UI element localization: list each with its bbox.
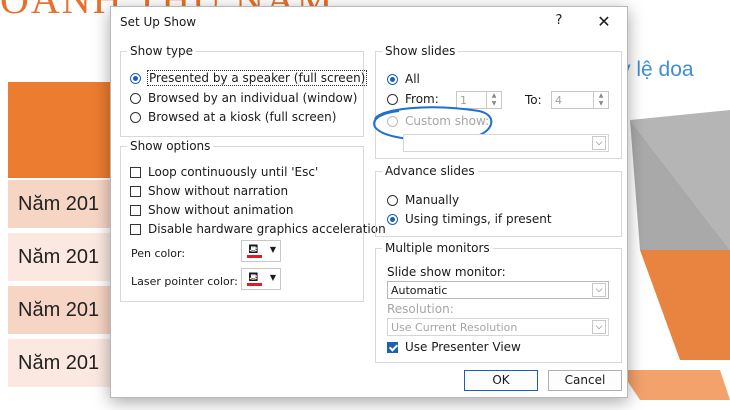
advance-slides-label: Advance slides: [382, 164, 478, 178]
ok-button[interactable]: OK: [464, 370, 538, 391]
checkbox-disable-hw-acceleration[interactable]: Disable hardware graphics acceleration: [130, 222, 386, 236]
radio-browsed-at-kiosk[interactable]: Browsed at a kiosk (full screen): [130, 110, 336, 124]
chevron-down-icon: ⌵: [592, 136, 606, 150]
radio-label: All: [405, 72, 420, 86]
radio-all-slides[interactable]: All: [387, 72, 420, 86]
resolution-dropdown[interactable]: Use Current Resolution ⌵: [387, 318, 609, 336]
checkbox-without-animation[interactable]: Show without animation: [130, 203, 293, 217]
checkbox-label: Loop continuously until 'Esc': [148, 165, 319, 179]
show-slides-label: Show slides: [382, 44, 459, 58]
table-row: Năm 201: [8, 233, 118, 281]
laser-pointer-color-button[interactable]: ⛾ ▼: [241, 268, 281, 290]
radio-label: From:: [405, 92, 439, 106]
radio-button[interactable]: [130, 111, 141, 123]
to-value: 4: [555, 94, 562, 107]
radio-presented-by-speaker[interactable]: Presented by a speaker (full screen): [130, 70, 368, 86]
radio-label: Manually: [405, 193, 460, 207]
to-slide-spinner[interactable]: 4 ▲ ▼: [551, 91, 609, 109]
checkbox[interactable]: [130, 223, 141, 235]
radio-manually[interactable]: Manually: [387, 193, 459, 207]
radio-from-slides[interactable]: From:: [387, 92, 439, 106]
help-button[interactable]: ?: [549, 13, 569, 33]
chart-title-fragment: ỷ lệ doa: [620, 58, 694, 81]
spinner-arrows[interactable]: ▲ ▼: [593, 92, 608, 108]
dialog-title: Set Up Show: [120, 15, 197, 29]
checkbox[interactable]: [130, 204, 141, 216]
show-type-label: Show type: [127, 44, 196, 58]
radio-button[interactable]: [130, 72, 141, 84]
checkbox-label: Use Presenter View: [405, 340, 521, 354]
radio-browsed-by-individual[interactable]: Browsed by an individual (window): [130, 91, 357, 105]
radio-using-timings[interactable]: Using timings, if present: [387, 212, 552, 226]
checkbox[interactable]: [130, 166, 141, 178]
radio-button[interactable]: [130, 92, 141, 104]
dialog-title-bar[interactable]: Set Up Show ? ✕: [111, 7, 627, 37]
checkbox[interactable]: [130, 185, 141, 197]
checkbox[interactable]: [387, 341, 398, 353]
pen-color-swatch: [247, 255, 262, 258]
show-options-label: Show options: [127, 139, 214, 153]
multiple-monitors-label: Multiple monitors: [382, 241, 493, 255]
resolution-value: Use Current Resolution: [391, 321, 518, 334]
radio-label: Presented by a speaker (full screen): [146, 70, 368, 86]
checkbox-loop[interactable]: Loop continuously until 'Esc': [130, 165, 318, 179]
radio-button[interactable]: [387, 73, 398, 85]
pen-color-button[interactable]: ⛾ ▼: [241, 240, 281, 262]
radio-label: Browsed by an individual (window): [148, 91, 358, 105]
radio-label: Browsed at a kiosk (full screen): [148, 110, 337, 124]
resolution-label: Resolution:: [387, 302, 454, 316]
radio-button[interactable]: [387, 213, 398, 225]
monitor-value: Automatic: [391, 284, 448, 297]
pen-color-label: Pen color:: [131, 247, 186, 260]
checkbox-without-narration[interactable]: Show without narration: [130, 184, 288, 198]
slide-show-monitor-dropdown[interactable]: Automatic ⌵: [387, 281, 609, 299]
radio-button[interactable]: [387, 93, 398, 105]
custom-show-dropdown[interactable]: ⌵: [403, 134, 609, 152]
set-up-show-dialog: Set Up Show ? ✕ Show type Presented by a…: [110, 6, 628, 398]
chevron-down-icon: ⌵: [592, 283, 606, 297]
radio-button[interactable]: [387, 194, 398, 206]
table-row: Năm 201: [8, 286, 118, 334]
table-row: Năm 201: [8, 339, 118, 387]
cancel-button[interactable]: Cancel: [548, 370, 622, 391]
radio-label: Using timings, if present: [405, 212, 552, 226]
laser-color-swatch: [247, 283, 262, 286]
table-row: Năm 201: [8, 180, 118, 228]
chevron-down-icon: ⌵: [592, 320, 606, 334]
chevron-down-icon: ▼: [269, 273, 276, 282]
checkbox-label: Disable hardware graphics acceleration: [148, 222, 386, 236]
slide-show-monitor-label: Slide show monitor:: [387, 265, 506, 279]
close-icon[interactable]: ✕: [593, 12, 615, 34]
laser-color-label: Laser pointer color:: [131, 275, 238, 288]
checkbox-presenter-view[interactable]: Use Presenter View: [387, 340, 521, 354]
table-header-band: [8, 82, 116, 178]
chevron-down-icon: ▼: [269, 245, 276, 254]
to-label: To:: [525, 93, 542, 107]
checkbox-label: Show without animation: [148, 203, 294, 217]
checkbox-label: Show without narration: [148, 184, 289, 198]
